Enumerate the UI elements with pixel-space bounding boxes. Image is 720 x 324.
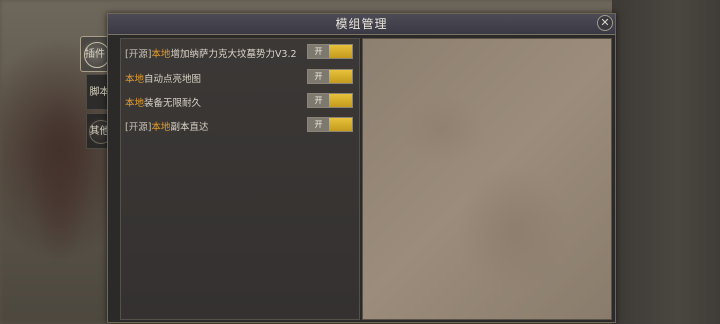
close-icon: ✕ xyxy=(600,16,610,29)
mod-row: [开源]本地增加纳萨力克大坟墓势力V3.2 开 xyxy=(125,44,357,62)
mod-name: 增加纳萨力克大坟墓势力V3.2 xyxy=(170,49,297,60)
toggle-knob xyxy=(329,70,352,83)
toggle-text: 开 xyxy=(308,94,329,107)
mod-name: 自动点亮地图 xyxy=(144,74,202,85)
mod-toggle[interactable]: 开 xyxy=(307,93,353,108)
tab-plugins-label: 插件 xyxy=(85,49,105,60)
window-titlebar: 模组管理 xyxy=(108,14,615,35)
toggle-text: 开 xyxy=(308,45,329,58)
toggle-knob xyxy=(329,94,352,107)
toggle-knob xyxy=(329,118,352,131)
mod-list: [开源]本地增加纳萨力克大坟墓势力V3.2 开 本地自动点亮地图 开 本地装备无… xyxy=(120,38,360,320)
background-right-panel xyxy=(612,0,720,324)
mod-toggle[interactable]: 开 xyxy=(307,44,353,59)
mod-label: [开源]本地副本直达 xyxy=(125,119,208,133)
toggle-text: 开 xyxy=(308,118,329,131)
mod-local-tag: 本地 xyxy=(125,74,145,85)
mod-preview-panel xyxy=(362,38,612,320)
toggle-knob xyxy=(329,45,352,58)
mod-local-tag: 本地 xyxy=(151,122,171,133)
toggle-text: 开 xyxy=(308,70,329,83)
mod-name: 装备无限耐久 xyxy=(144,98,202,109)
mod-toggle[interactable]: 开 xyxy=(307,69,353,84)
mod-row: 本地自动点亮地图 开 xyxy=(125,69,357,87)
mod-row: [开源]本地副本直达 开 xyxy=(125,117,357,135)
mod-manager-window: 模组管理 ✕ [开源]本地增加纳萨力克大坟墓势力V3.2 开 本地自动点亮地图 … xyxy=(107,13,616,323)
mod-tag: [开源] xyxy=(125,49,152,60)
mod-name: 副本直达 xyxy=(170,122,209,133)
window-title: 模组管理 xyxy=(335,17,388,31)
tab-plugins[interactable]: 插件 xyxy=(80,36,110,72)
mod-row: 本地装备无限耐久 开 xyxy=(125,93,357,111)
mod-toggle[interactable]: 开 xyxy=(307,117,353,132)
mod-tag: [开源] xyxy=(125,122,152,133)
mod-label: [开源]本地增加纳萨力克大坟墓势力V3.2 xyxy=(125,46,297,60)
mod-label: 本地自动点亮地图 xyxy=(125,71,201,85)
close-button[interactable]: ✕ xyxy=(597,15,613,31)
mod-local-tag: 本地 xyxy=(125,98,145,109)
mod-local-tag: 本地 xyxy=(151,49,171,60)
mod-label: 本地装备无限耐久 xyxy=(125,95,201,109)
